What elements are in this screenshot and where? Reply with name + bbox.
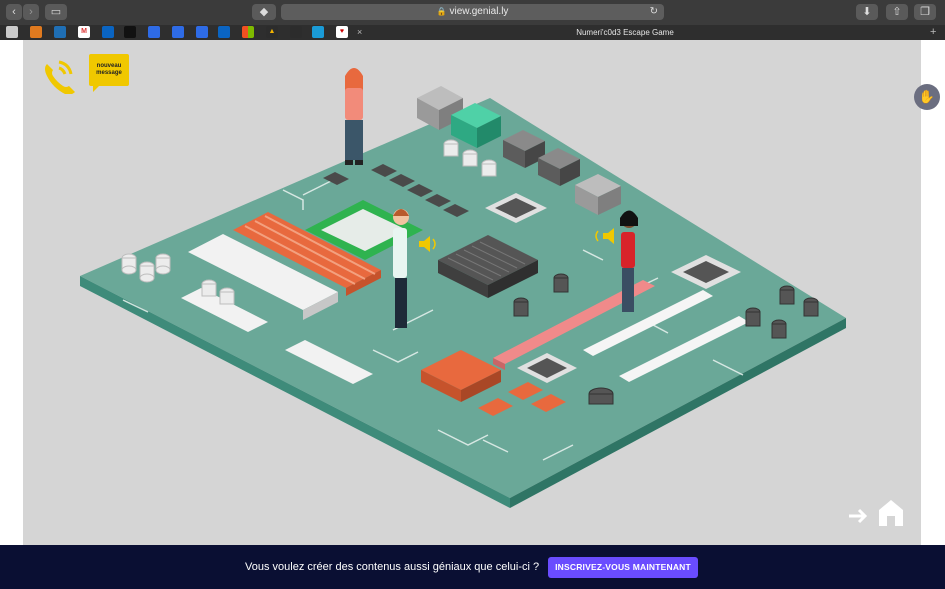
gmail-icon[interactable]: M xyxy=(78,26,90,38)
bookmark-icon[interactable] xyxy=(124,26,136,38)
new-tab-button[interactable]: + xyxy=(930,25,936,40)
arrow-right-icon xyxy=(849,508,868,524)
forward-button[interactable]: › xyxy=(23,4,39,20)
docs-icon[interactable] xyxy=(172,26,184,38)
docs-icon[interactable] xyxy=(148,26,160,38)
tabs-overview-button[interactable]: ❐ xyxy=(914,4,936,20)
back-button[interactable]: ‹ xyxy=(6,4,22,20)
close-tab-icon[interactable]: × xyxy=(357,25,362,40)
bookmark-icon[interactable] xyxy=(312,26,324,38)
signup-button[interactable]: INSCRIVEZ-VOUS MAINTENANT xyxy=(548,557,698,578)
promo-bar: Vous voulez créer des contenus aussi gén… xyxy=(0,545,945,589)
bookmark-icon[interactable] xyxy=(54,26,66,38)
microsoft-icon[interactable] xyxy=(242,26,254,38)
character-woman-top xyxy=(345,68,363,165)
url-text: view.genial.ly xyxy=(449,6,509,17)
browser-toolbar: ‹ › ▭ ◆ 🔒 view.genial.ly ↻ ⬇ ⇧ ❐ xyxy=(0,0,945,26)
notification-badge[interactable]: nouveau message xyxy=(89,54,129,92)
motherboard-illustration xyxy=(80,68,846,508)
tab-title[interactable]: Numeri'c0d3 Escape Game xyxy=(520,25,730,40)
hand-icon[interactable]: ✋ xyxy=(914,84,940,110)
tab-bar: M ▲ ♥ × Numeri'c0d3 Escape Game + xyxy=(0,25,945,40)
bookmark-icon[interactable] xyxy=(6,26,18,38)
home-icon xyxy=(879,500,903,526)
drive-icon[interactable]: ▲ xyxy=(266,26,278,38)
bookmark-icon[interactable] xyxy=(290,26,302,38)
sidebar-toggle-button[interactable]: ▭ xyxy=(45,4,67,20)
escape-game-stage: nouveau message xyxy=(23,40,921,545)
promo-text: Vous voulez créer des contenus aussi gén… xyxy=(245,561,540,573)
page-viewport: nouveau message ✋ ··· xyxy=(0,40,945,580)
home-button[interactable] xyxy=(847,496,907,530)
outlook-icon[interactable] xyxy=(218,26,230,38)
docs-icon[interactable] xyxy=(196,26,208,38)
lock-icon: 🔒 xyxy=(436,7,447,16)
bookmark-icon[interactable] xyxy=(102,26,114,38)
phone-icon[interactable] xyxy=(39,56,77,94)
address-bar[interactable]: 🔒 view.genial.ly ↻ xyxy=(281,4,664,20)
bookmark-icon[interactable]: ♥ xyxy=(336,26,348,38)
reload-icon[interactable]: ↻ xyxy=(650,4,658,20)
share-button[interactable]: ⇧ xyxy=(886,4,908,20)
bookmark-icon[interactable] xyxy=(30,26,42,38)
tag-button[interactable]: ◆ xyxy=(252,4,276,20)
download-button[interactable]: ⬇ xyxy=(856,4,878,20)
